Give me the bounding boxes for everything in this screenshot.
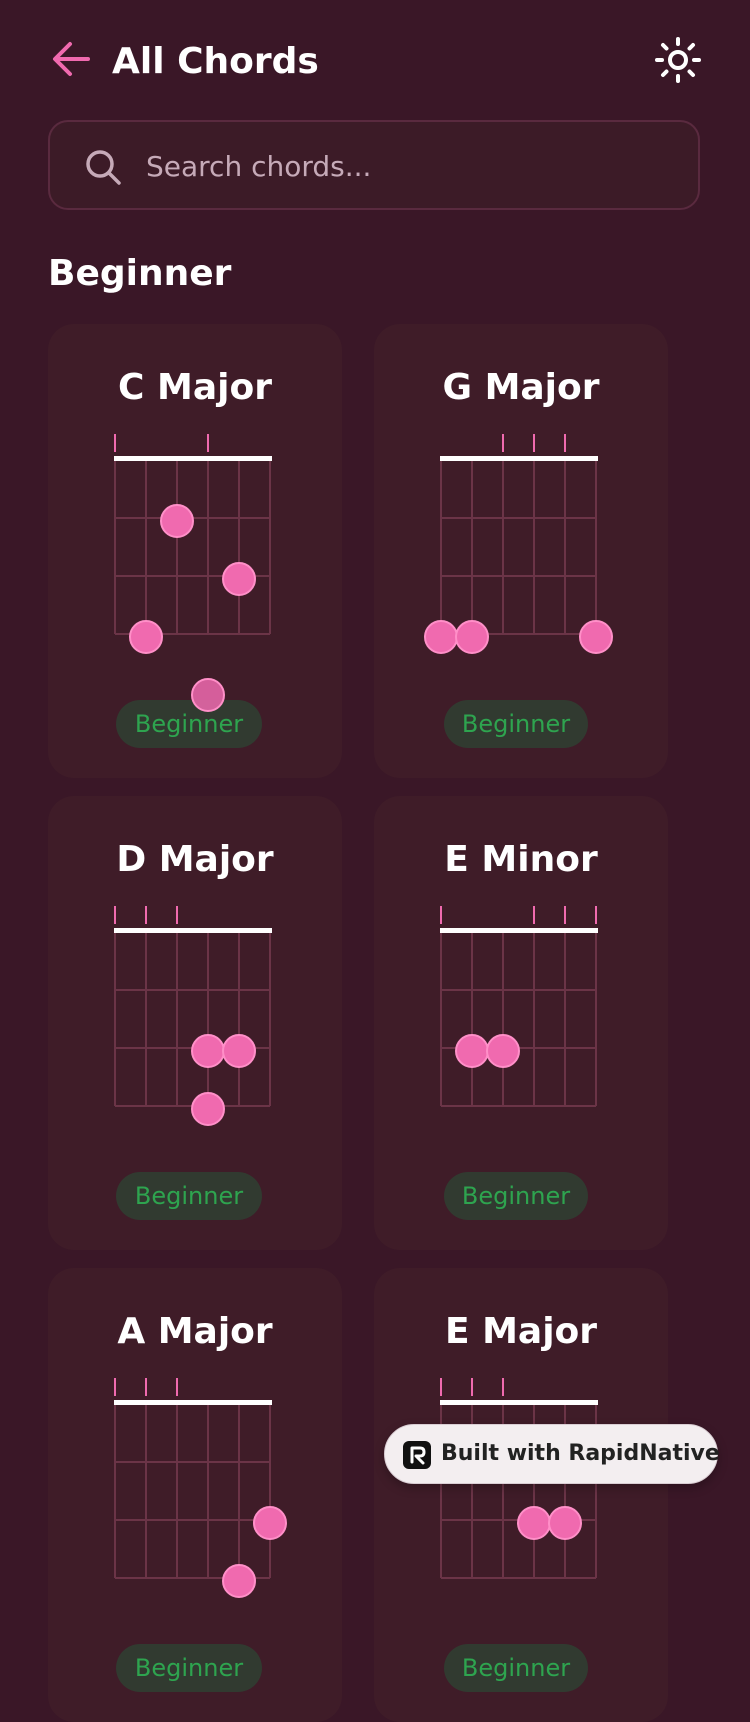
finger-dot: [191, 678, 225, 712]
chord-name: E Major: [444, 1311, 598, 1352]
finger-dot: [191, 1092, 225, 1126]
theme-toggle-button[interactable]: [654, 36, 702, 84]
finger-dot: [455, 620, 489, 654]
difficulty-badge: Beginner: [116, 1172, 262, 1220]
chord-name: G Major: [442, 367, 600, 408]
chord-card[interactable]: E Minor Beginner: [374, 796, 668, 1250]
page-title: All Chords: [112, 41, 319, 82]
built-with-badge[interactable]: Built with RapidNative: [384, 1424, 720, 1484]
chord-card[interactable]: A Major Beginner: [48, 1268, 342, 1722]
finger-dot: [579, 620, 613, 654]
difficulty-badge: Beginner: [444, 1644, 588, 1692]
difficulty-badge: Beginner: [116, 1644, 262, 1692]
rapidnative-logo-icon: [403, 1441, 431, 1469]
finger-dots: [222, 1506, 287, 1598]
chord-name: A Major: [117, 1311, 273, 1352]
finger-dots: [455, 1034, 520, 1068]
finger-dots: [191, 1034, 256, 1126]
sun-icon: [655, 37, 701, 83]
difficulty-badge: Beginner: [444, 700, 588, 748]
finger-dots: [129, 504, 256, 712]
search-bar: [48, 120, 700, 210]
finger-dot: [517, 1506, 551, 1540]
finger-dot: [222, 562, 256, 596]
finger-dots: [424, 620, 613, 654]
finger-dots: [517, 1448, 613, 1540]
difficulty-badge: Beginner: [116, 700, 262, 748]
chord-name: C Major: [118, 367, 272, 408]
chord-card[interactable]: D Major Beginner: [48, 796, 342, 1250]
finger-dot: [424, 620, 458, 654]
finger-dot: [160, 504, 194, 538]
finger-dot: [253, 1506, 287, 1540]
search-input[interactable]: [146, 142, 666, 190]
chord-name: D Major: [116, 839, 274, 880]
chord-card[interactable]: C Major Beginner: [48, 324, 342, 778]
finger-dot: [191, 1034, 225, 1068]
section-title: Beginner: [48, 253, 232, 294]
arrow-left-icon: [53, 42, 90, 76]
chord-name: E Minor: [444, 839, 598, 880]
finger-dot: [455, 1034, 489, 1068]
chord-card[interactable]: E Major Beginner: [374, 1268, 668, 1722]
finger-dot: [222, 1034, 256, 1068]
back-button[interactable]: [50, 38, 92, 80]
chord-card[interactable]: G Major Beginner: [374, 324, 668, 778]
search-icon: [86, 150, 121, 185]
difficulty-badge: Beginner: [444, 1172, 588, 1220]
finger-dot: [222, 1564, 256, 1598]
built-with-label: Built with RapidNative: [441, 1441, 720, 1466]
finger-dot: [548, 1506, 582, 1540]
header: All Chords: [0, 0, 750, 120]
finger-dot: [129, 620, 163, 654]
finger-dot: [486, 1034, 520, 1068]
